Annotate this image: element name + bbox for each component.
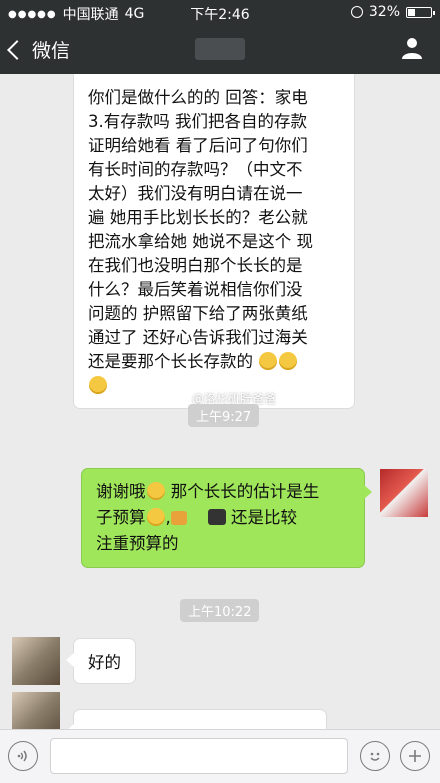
smile-emoji-icon bbox=[279, 352, 298, 370]
message-line: 问题的 护照留下给了两张黄纸 bbox=[88, 304, 308, 323]
message-list[interactable]: 你们是做什么的的 回答：家电 3.有存款吗 我们把各自的存款 证明给她看 看了后… bbox=[0, 74, 440, 729]
message-bubble-outgoing[interactable]: 谢谢哦 那个长长的估计是生 子预算, 还是比较 注重预算的 bbox=[82, 469, 372, 567]
cropped-text-line bbox=[88, 74, 342, 86]
contact-avatar[interactable] bbox=[12, 692, 60, 729]
smile-emoji-icon bbox=[259, 352, 278, 370]
emoji-icon[interactable] bbox=[360, 741, 390, 771]
message-input[interactable] bbox=[50, 738, 348, 774]
rotation-lock-icon bbox=[350, 6, 363, 18]
message-line: 你们是做什么的的 回答：家电 bbox=[88, 88, 308, 107]
message-bubble-incoming[interactable]: 你们是做什么的的 回答：家电 3.有存款吗 我们把各自的存款 证明给她看 看了后… bbox=[74, 74, 354, 408]
chat-header: 微信 bbox=[0, 26, 440, 74]
redacted-mark bbox=[170, 511, 187, 525]
message-line: 把流水拿给她 她说不是这个 现 bbox=[88, 232, 313, 251]
status-bar: ●●●●● 中国联通 4G 下午2:46 32% bbox=[0, 0, 440, 26]
message-line: 什么？最后笑着说相信你们没 bbox=[88, 280, 303, 299]
smile-emoji-icon bbox=[89, 376, 107, 394]
battery-percent: 32% bbox=[368, 4, 400, 20]
message-line: 在我们也没明白那个长长的是 bbox=[88, 256, 303, 275]
message-line: 还是要那个长长存款的 bbox=[88, 352, 253, 371]
plus-icon[interactable] bbox=[400, 741, 430, 771]
contact-avatar[interactable] bbox=[12, 637, 60, 685]
message-bubble-incoming[interactable]: 好的 bbox=[66, 639, 135, 683]
voice-icon[interactable] bbox=[8, 741, 38, 771]
message-line: 有长时间的存款吗？（中文不 bbox=[88, 160, 303, 179]
weibo-logo-icon bbox=[168, 391, 188, 406]
message-line: 3.有存款吗 我们把各自的存款 bbox=[88, 112, 307, 131]
timestamp: 上午9:27 bbox=[188, 404, 260, 427]
message-text: 谢谢哦 bbox=[96, 482, 146, 501]
contact-profile-icon[interactable] bbox=[400, 36, 424, 60]
message-text: 那个长长的估计是生 bbox=[170, 482, 320, 501]
chat-title-redacted bbox=[195, 38, 245, 60]
chevron-left-icon bbox=[7, 39, 27, 60]
back-label: 微信 bbox=[32, 40, 71, 62]
back-button[interactable]: 微信 bbox=[7, 36, 71, 63]
message-text: 注重预算的 bbox=[96, 534, 179, 553]
timestamp: 上午10:22 bbox=[180, 599, 260, 622]
smile-emoji-icon bbox=[146, 482, 165, 500]
battery-icon bbox=[406, 6, 435, 18]
my-avatar[interactable] bbox=[380, 469, 428, 517]
message-line: 遍 她用手比划长长的？老公就 bbox=[88, 208, 308, 227]
message-text: 好的 bbox=[88, 653, 121, 672]
input-bar bbox=[0, 729, 440, 783]
message-line: 通过了 还好心告诉我们过海关 bbox=[88, 328, 308, 347]
thinking-emoji-icon bbox=[146, 508, 165, 526]
message-bubble-incoming[interactable] bbox=[66, 710, 326, 729]
message-line: 证明给她看 看了后问了句你们 bbox=[88, 136, 308, 155]
redacted-mark bbox=[207, 509, 226, 525]
message-text: 还是比较 bbox=[230, 508, 297, 527]
message-text: 子预算 bbox=[96, 508, 146, 527]
message-line: 太好）我们没有明白请在说一 bbox=[88, 184, 303, 203]
